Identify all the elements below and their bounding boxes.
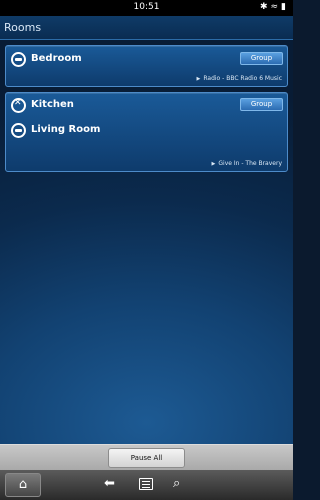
group-button[interactable]: Group <box>240 52 283 65</box>
search-icon[interactable]: ⌕ <box>173 476 180 492</box>
play-icon: ▶ <box>196 76 201 82</box>
home-icon: ⌂ <box>18 477 28 492</box>
status-time: 10:51 <box>133 2 160 12</box>
room-row-living-room[interactable]: Living Room <box>11 123 285 141</box>
back-icon[interactable]: ⬅ <box>104 476 115 492</box>
pause-all-button[interactable]: Pause All <box>108 448 185 468</box>
app-area: Rooms Bedroom Group ▶ Radio - BBC Radio 6… <box>0 16 293 444</box>
menu-icon[interactable] <box>139 476 153 490</box>
room-card-bedroom[interactable]: Bedroom Group ▶ Radio - BBC Radio 6 Music <box>5 45 288 87</box>
now-playing-text: Give In - The Bravery <box>218 160 282 167</box>
gear-icon: ✱ <box>259 2 271 12</box>
utensils-icon: ✕ <box>11 98 26 113</box>
status-bar: 10:51 ✱≈▮ <box>0 0 293 16</box>
play-icon: ▶ <box>211 161 216 167</box>
now-playing[interactable]: ▶ Give In - The Bravery <box>212 160 282 167</box>
bottom-panel: Pause All <box>0 444 293 470</box>
nav-bar: ⌂ ⬅ ⌕ <box>0 470 293 500</box>
speaker-icon <box>11 123 26 138</box>
room-name: Kitchen <box>31 99 74 110</box>
room-name: Bedroom <box>31 53 82 64</box>
now-playing[interactable]: ▶ Radio - BBC Radio 6 Music <box>197 75 283 82</box>
home-button[interactable]: ⌂ <box>5 473 41 497</box>
group-button[interactable]: Group <box>240 98 283 111</box>
battery-icon: ▮ <box>281 2 289 12</box>
room-card-kitchen-living-room[interactable]: ✕ Kitchen Group Living Room ▶ Give In - T… <box>5 92 288 172</box>
status-icons: ✱≈▮ <box>260 2 289 12</box>
now-playing-text: Radio - BBC Radio 6 Music <box>203 75 282 82</box>
speaker-icon <box>11 52 26 67</box>
wifi-icon: ≈ <box>270 2 282 12</box>
room-name: Living Room <box>31 124 101 135</box>
page-title: Rooms <box>0 16 293 40</box>
